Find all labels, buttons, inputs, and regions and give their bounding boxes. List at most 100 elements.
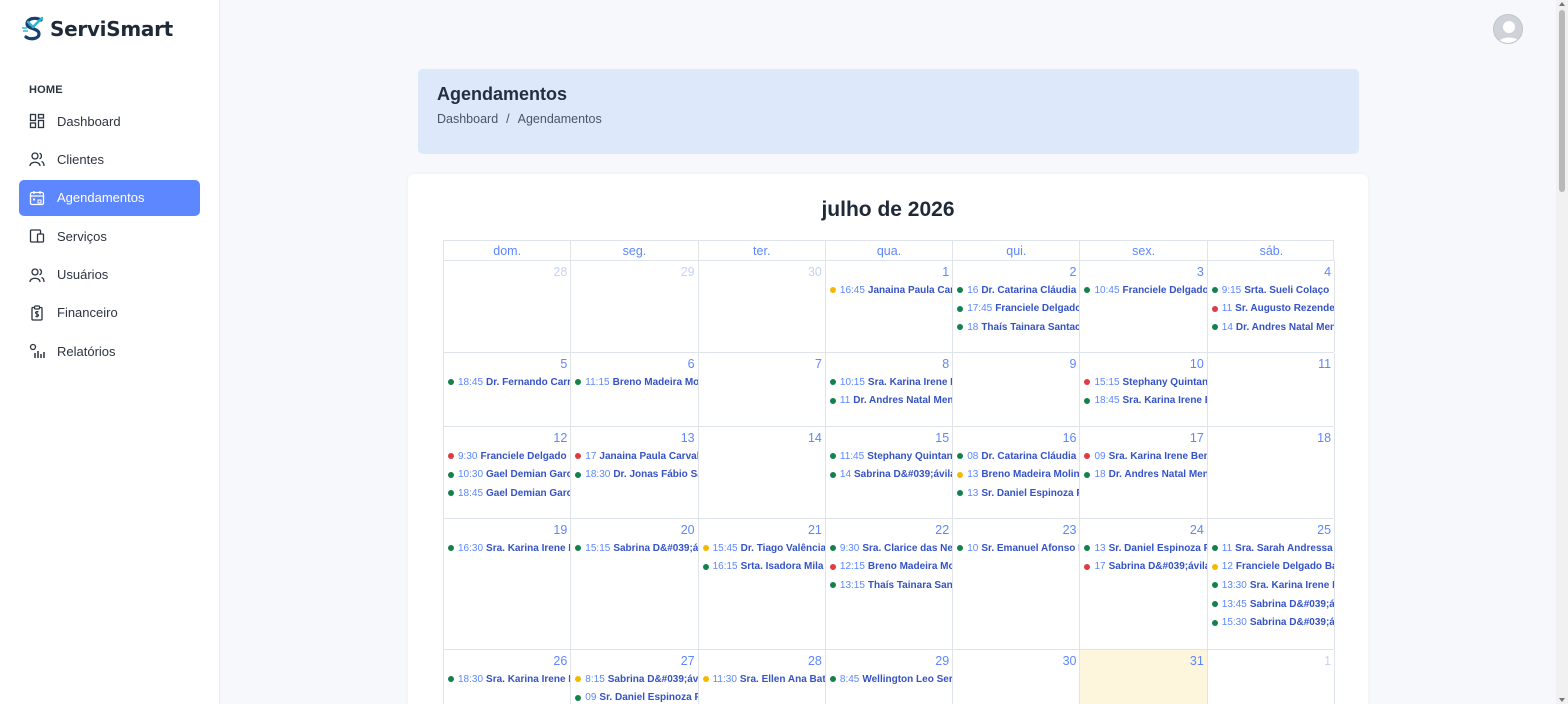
calendar-day[interactable]: 10 15:15 Stephany Quintana 18:45 Sra. Karina… xyxy=(1080,353,1208,426)
day-number[interactable]: 9 xyxy=(1070,357,1077,371)
day-number[interactable]: 10 xyxy=(1190,357,1204,371)
calendar-event[interactable]: 10Sr. Emanuel Afonso Ramos xyxy=(953,539,1079,558)
calendar-day[interactable]: 28 11:30Sra. Ellen Ana Batista xyxy=(699,650,826,704)
calendar-day[interactable]: 9 xyxy=(953,353,1081,426)
page-scrollbar[interactable] xyxy=(1556,0,1568,704)
calendar-day[interactable]: 1709Sra. Karina Irene Benites18Dr. Andre… xyxy=(1080,427,1208,518)
calendar-event[interactable]: 13Sr. Daniel Espinoza Filho xyxy=(953,484,1079,503)
day-number[interactable]: 16 xyxy=(1063,431,1077,445)
calendar-event[interactable]: 11Sra. Sarah Andressa Souza xyxy=(1208,539,1334,558)
calendar-event[interactable]: 17:45 Franciele Delgado xyxy=(953,300,1079,319)
calendar-day[interactable]: 2 16Dr. Catarina Cláudia Santos17:45Franc… xyxy=(953,261,1081,352)
calendar-event[interactable]: 09Sra. Karina Irene Benites xyxy=(1080,447,1207,466)
calendar-event[interactable]: 9:30 Franciele Delgado xyxy=(444,447,570,466)
calendar-day[interactable]: 810:15Sra. Karina Irene Benites11Dr. And… xyxy=(826,353,954,426)
day-number[interactable]: 6 xyxy=(688,357,695,371)
scroll-thumb[interactable] xyxy=(1559,10,1565,192)
calendar-event[interactable]: 15:30Sabrina D&#039;ávila xyxy=(1208,613,1334,632)
day-number[interactable]: 19 xyxy=(553,523,567,537)
calendar-day[interactable]: 29 xyxy=(571,261,699,352)
day-number[interactable]: 31 xyxy=(1190,654,1204,668)
calendar-event[interactable]: 12:15Breno Madeira Molina xyxy=(826,558,952,577)
day-number[interactable]: 25 xyxy=(1317,523,1331,537)
sidebar-item-relatorios[interactable]: Relatórios xyxy=(19,333,200,369)
calendar-event[interactable]: 18Thaís Tainara Santacruz xyxy=(953,318,1079,337)
calendar-event[interactable]: 14Dr. Andres Natal Mendes xyxy=(1208,318,1334,337)
calendar-event[interactable]: 16:30Sra. Karina Irene Benites xyxy=(444,539,570,558)
sidebar-item-financeiro[interactable]: Financeiro xyxy=(19,295,200,331)
calendar-event[interactable]: 10:30Gael Demian Garcia xyxy=(444,466,570,485)
calendar-day[interactable]: 14 xyxy=(699,427,826,518)
calendar-event[interactable]: 11 Sr. Augusto Rezende A xyxy=(1208,300,1334,319)
calendar-event[interactable]: 18:30Sra. Karina Irene Benites xyxy=(444,670,570,689)
calendar-event[interactable]: 18:45Sra. Karina Irene Benites xyxy=(1080,392,1207,411)
calendar-day[interactable]: 13 17Janaina Paula Carvalho18:30Dr. Jonas… xyxy=(571,427,699,518)
calendar-event[interactable]: 18:45Gael Demian Garcia xyxy=(444,484,570,503)
calendar-day[interactable]: 26 18:30Sra. Karina Irene Benites xyxy=(444,650,572,704)
day-number[interactable]: 18 xyxy=(1317,431,1331,445)
weekday-label[interactable]: qui. xyxy=(953,241,1081,260)
sidebar-item-servicos[interactable]: Serviços xyxy=(19,218,200,254)
calendar-day[interactable]: 18 xyxy=(1208,427,1336,518)
calendar-day[interactable]: 5 18:45Dr. Fernando Carrara xyxy=(444,353,572,426)
day-number[interactable]: 22 xyxy=(935,523,949,537)
calendar-event[interactable]: 15:45 Dr. Tiago Valência xyxy=(699,539,825,558)
calendar-event[interactable]: 16Dr. Catarina Cláudia Santos xyxy=(953,281,1079,300)
calendar-day[interactable]: 16 08Dr. Catarina Cláudia Santos13Breno M… xyxy=(953,427,1081,518)
calendar-event[interactable]: 08Dr. Catarina Cláudia Santos xyxy=(953,447,1079,466)
calendar-day[interactable]: 30 xyxy=(953,650,1081,704)
calendar-event[interactable]: 18:30Dr. Jonas Fábio Santos xyxy=(571,466,698,485)
day-number[interactable]: 1 xyxy=(1324,654,1331,668)
day-number[interactable]: 27 xyxy=(681,654,695,668)
calendar-day[interactable]: 1 16:45Janaina Paula Carvalho xyxy=(826,261,954,352)
day-number[interactable]: 3 xyxy=(1197,265,1204,279)
scroll-up-icon[interactable] xyxy=(1559,2,1565,6)
calendar-event[interactable]: 11Dr. Andres Natal Mendes xyxy=(826,392,952,411)
calendar-event[interactable]: 8:15Sabrina D&#039;ávila xyxy=(571,670,698,689)
day-number[interactable]: 30 xyxy=(808,265,822,279)
day-number[interactable]: 28 xyxy=(808,654,822,668)
calendar-event[interactable]: 14 Sabrina D&#039;ávila xyxy=(826,466,952,485)
day-number[interactable]: 5 xyxy=(560,357,567,371)
calendar-day[interactable]: 23 10Sr. Emanuel Afonso Ramos xyxy=(953,519,1081,649)
calendar-day[interactable]: 278:15Sabrina D&#039;ávila09Sr. Daniel E… xyxy=(571,650,699,704)
day-number[interactable]: 15 xyxy=(935,431,949,445)
day-number[interactable]: 4 xyxy=(1324,265,1331,279)
calendar-event[interactable]: 17 Sabrina D&#039;ávila xyxy=(1080,558,1207,577)
day-number[interactable]: 12 xyxy=(553,431,567,445)
scroll-down-icon[interactable] xyxy=(1559,698,1565,702)
breadcrumb-dashboard[interactable]: Dashboard xyxy=(437,112,498,126)
day-number[interactable]: 24 xyxy=(1190,523,1204,537)
calendar-event[interactable]: 17Janaina Paula Carvalho xyxy=(571,447,698,466)
day-number[interactable]: 28 xyxy=(553,265,567,279)
calendar-event[interactable]: 13 Breno Madeira Molina xyxy=(953,466,1079,485)
sidebar-item-dashboard[interactable]: Dashboard xyxy=(19,103,200,139)
calendar-event[interactable]: 15:15Sabrina D&#039;ávila xyxy=(571,539,698,558)
weekday-label[interactable]: qua. xyxy=(826,241,954,260)
day-number[interactable]: 23 xyxy=(1063,523,1077,537)
calendar-event[interactable]: 13:45Sabrina D&#039;ávila xyxy=(1208,595,1334,614)
calendar-event[interactable]: 18:45Dr. Fernando Carrara xyxy=(444,373,570,392)
calendar-day[interactable]: 2511Sra. Sarah Andressa Souza12Franciele… xyxy=(1208,519,1336,649)
calendar-day[interactable]: 6 11:15Breno Madeira Molina xyxy=(571,353,699,426)
calendar-day[interactable]: 20 15:15Sabrina D&#039;ávila xyxy=(571,519,699,649)
calendar-day-today[interactable]: 31 xyxy=(1080,650,1208,704)
calendar-event[interactable]: 9:30Sra. Clarice das Neves xyxy=(826,539,952,558)
day-number[interactable]: 2 xyxy=(1070,265,1077,279)
calendar-day[interactable]: 15 11:45 Stephany Quintana 14 Sabrina D&#039… xyxy=(826,427,954,518)
calendar-day[interactable]: 30 xyxy=(699,261,826,352)
calendar-event[interactable]: 11:15Breno Madeira Molina xyxy=(571,373,698,392)
weekday-label[interactable]: dom. xyxy=(444,241,572,260)
calendar-day[interactable]: 11 xyxy=(1208,353,1336,426)
calendar-day[interactable]: 4 9:15 Srta. Sueli Colaço 11 Sr. Augusto Rez… xyxy=(1208,261,1336,352)
calendar-day[interactable]: 21 15:45 Dr. Tiago Valência 16:15 Srta. Isad… xyxy=(699,519,826,649)
sidebar-item-clientes[interactable]: Clientes xyxy=(19,141,200,177)
calendar-day[interactable]: 29 8:45Wellington Leo Serra xyxy=(826,650,954,704)
day-number[interactable]: 1 xyxy=(942,265,949,279)
calendar-event[interactable]: 16:45Janaina Paula Carvalho xyxy=(826,281,952,300)
day-number[interactable]: 30 xyxy=(1063,654,1077,668)
calendar-day[interactable]: 2413Sr. Daniel Espinoza Filho17Sabrina D… xyxy=(1080,519,1208,649)
calendar-day[interactable]: 19 16:30Sra. Karina Irene Benites xyxy=(444,519,572,649)
day-number[interactable]: 21 xyxy=(808,523,822,537)
day-number[interactable]: 13 xyxy=(681,431,695,445)
